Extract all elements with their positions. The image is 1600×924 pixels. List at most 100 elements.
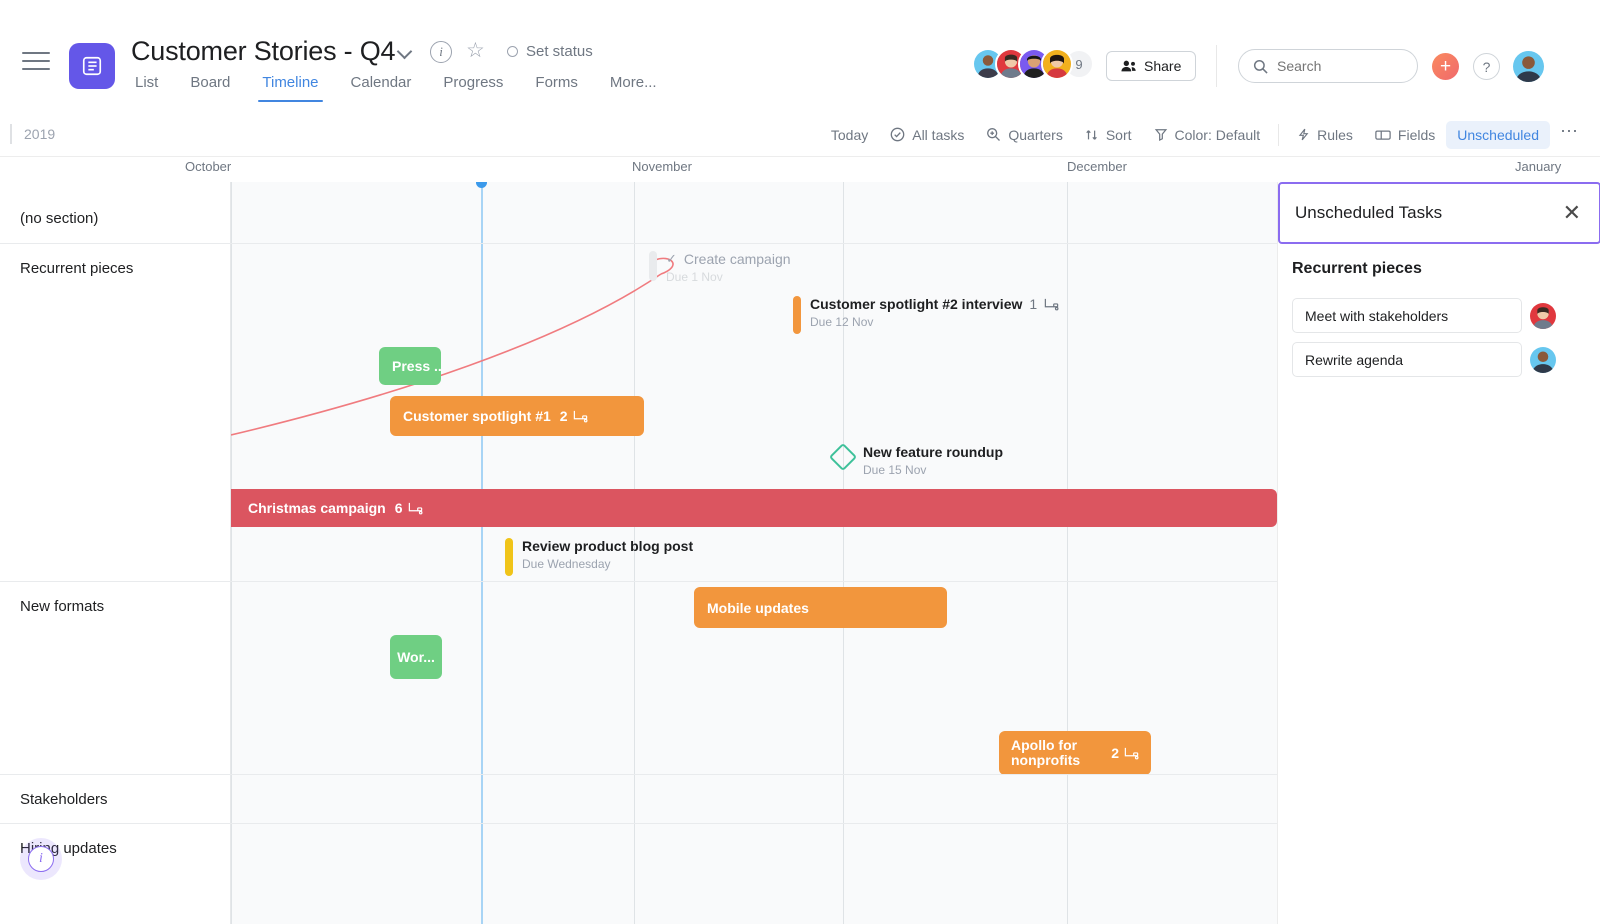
star-icon[interactable]: ☆ [466, 40, 488, 63]
tab-more[interactable]: More... [594, 74, 673, 102]
unscheduled-panel-title: Unscheduled Tasks [1295, 203, 1443, 222]
status-ring-icon [507, 46, 518, 57]
tab-timeline[interactable]: Timeline [246, 74, 334, 102]
subtask-icon [1044, 298, 1059, 310]
today-button[interactable]: Today [820, 121, 879, 149]
task-text: New feature roundup Due 15 Nov [863, 444, 1003, 477]
section-label-new-formats[interactable]: New formats [20, 598, 104, 615]
unscheduled-button[interactable]: Unscheduled [1446, 120, 1550, 149]
task-bar-tick [793, 296, 801, 334]
unscheduled-section-label: Recurrent pieces [1292, 260, 1422, 277]
task-new-feature-roundup[interactable]: New feature roundup Due 15 Nov [828, 442, 1003, 477]
today-label: Today [830, 126, 869, 143]
app-header: Customer Stories - Q4 i ☆ Set status Lis… [0, 0, 1600, 112]
check-circle-icon [890, 127, 905, 142]
avatar[interactable] [1530, 303, 1556, 329]
task-customer-spotlight-1[interactable]: Customer spotlight #1 2 [390, 396, 644, 436]
info-badge[interactable]: i [20, 838, 62, 880]
timeline-toolbar: 2019 Today All tasks Quarters Sort Color… [0, 112, 1600, 157]
task-christmas-campaign[interactable]: Christmas campaign 6 [231, 489, 1277, 527]
bolt-icon [1298, 128, 1309, 141]
fields-icon [1375, 129, 1391, 140]
year-label: 2019 [10, 124, 55, 144]
subtask-count: 1 [1029, 296, 1038, 312]
task-press[interactable]: Press ... [379, 347, 441, 385]
row-divider [0, 581, 231, 582]
task-apollo-for-nonprofits[interactable]: Apollo for nonprofits 2 [999, 731, 1151, 775]
check-icon: ✓ [666, 251, 677, 266]
task-due: Due Wednesday [522, 557, 611, 571]
quarters-label: Quarters [1008, 126, 1063, 143]
task-workshop[interactable]: Wor... [390, 635, 442, 679]
rules-label: Rules [1317, 126, 1353, 143]
subtask-count: 2 [1111, 745, 1119, 761]
task-review-product-blog-post[interactable]: Review product blog post Due Wednesday [505, 538, 693, 576]
fields-button[interactable]: Fields [1364, 121, 1446, 149]
task-title-row: ✓ Create campaign [666, 251, 791, 267]
task-name: Review product blog post [522, 538, 694, 554]
gridline-month [1067, 182, 1068, 924]
subtask-icon [1124, 747, 1139, 759]
quarters-button[interactable]: Quarters [975, 121, 1073, 149]
tab-calendar[interactable]: Calendar [335, 74, 428, 102]
add-button[interactable]: + [1432, 53, 1459, 80]
unscheduled-task-rewrite-agenda[interactable]: Rewrite agenda [1292, 342, 1522, 377]
avatar[interactable] [1041, 48, 1073, 80]
color-button[interactable]: Color: Default [1143, 121, 1272, 149]
share-button[interactable]: Share [1106, 51, 1197, 81]
close-icon[interactable]: ✕ [1563, 202, 1581, 224]
set-status-label: Set status [526, 43, 593, 60]
task-name: Customer spotlight #1 [403, 408, 551, 424]
gridline-month [231, 182, 232, 924]
gridline-month [843, 182, 844, 924]
task-title-row: New feature roundup [863, 444, 1003, 460]
task-text: Customer spotlight #2 interview 1 Due 12… [810, 296, 1059, 329]
info-circle-icon[interactable]: i [430, 41, 452, 63]
month-label-january: January [1515, 159, 1562, 174]
unscheduled-tasks-panel: Unscheduled Tasks ✕ Recurrent pieces Mee… [1277, 182, 1600, 924]
task-create-campaign[interactable]: ✓ Create campaign Due 1 Nov [649, 251, 791, 284]
search-icon [1253, 59, 1268, 74]
rules-button[interactable]: Rules [1286, 121, 1364, 149]
asana-timeline-app: Customer Stories - Q4 i ☆ Set status Lis… [0, 0, 1600, 924]
task-name: New feature roundup [863, 444, 1004, 460]
task-name: Press ... [392, 358, 441, 374]
search-input[interactable] [1277, 58, 1397, 74]
today-dot-icon [476, 182, 487, 188]
user-avatar[interactable] [1513, 51, 1544, 82]
avatar[interactable] [1530, 347, 1556, 373]
subtask-count: 2 [559, 408, 568, 424]
unscheduled-label: Unscheduled [1457, 126, 1539, 143]
search-box[interactable] [1238, 49, 1418, 83]
help-button[interactable]: ? [1473, 53, 1500, 80]
toolbar-divider [1278, 123, 1280, 146]
row-divider [0, 243, 231, 244]
project-icon[interactable] [69, 43, 115, 89]
share-label: Share [1144, 58, 1182, 74]
task-text: Review product blog post Due Wednesday [522, 538, 693, 571]
tab-progress[interactable]: Progress [427, 74, 519, 102]
unscheduled-task-meet-with-stakeholders[interactable]: Meet with stakeholders [1292, 298, 1522, 333]
hamburger-icon[interactable] [22, 52, 50, 74]
header-divider [1216, 45, 1217, 87]
page-title[interactable]: Customer Stories - Q4 [131, 36, 396, 67]
set-status-button[interactable]: Set status [507, 43, 593, 60]
section-label-no-section[interactable]: (no section) [20, 210, 98, 227]
task-mobile-updates[interactable]: Mobile updates [694, 587, 947, 628]
ellipsis-icon[interactable]: ⋯ [1550, 121, 1586, 148]
task-bar-tick [505, 538, 513, 576]
section-label-recurrent-pieces[interactable]: Recurrent pieces [20, 260, 133, 277]
task-customer-spotlight-2[interactable]: Customer spotlight #2 interview 1 Due 12… [793, 296, 1059, 334]
tab-list[interactable]: List [131, 74, 174, 102]
task-name: Mobile updates [707, 599, 809, 616]
member-avatars[interactable]: 9 [972, 48, 1094, 80]
all-tasks-button[interactable]: All tasks [879, 121, 975, 149]
chevron-down-icon[interactable] [396, 42, 414, 60]
sort-button[interactable]: Sort [1074, 121, 1143, 149]
tab-forms[interactable]: Forms [519, 74, 594, 102]
tab-board[interactable]: Board [174, 74, 246, 102]
month-header: October November December January [0, 157, 1600, 182]
all-tasks-label: All tasks [912, 126, 965, 143]
task-due: Due 1 Nov [666, 270, 723, 284]
section-label-stakeholders[interactable]: Stakeholders [20, 791, 108, 808]
